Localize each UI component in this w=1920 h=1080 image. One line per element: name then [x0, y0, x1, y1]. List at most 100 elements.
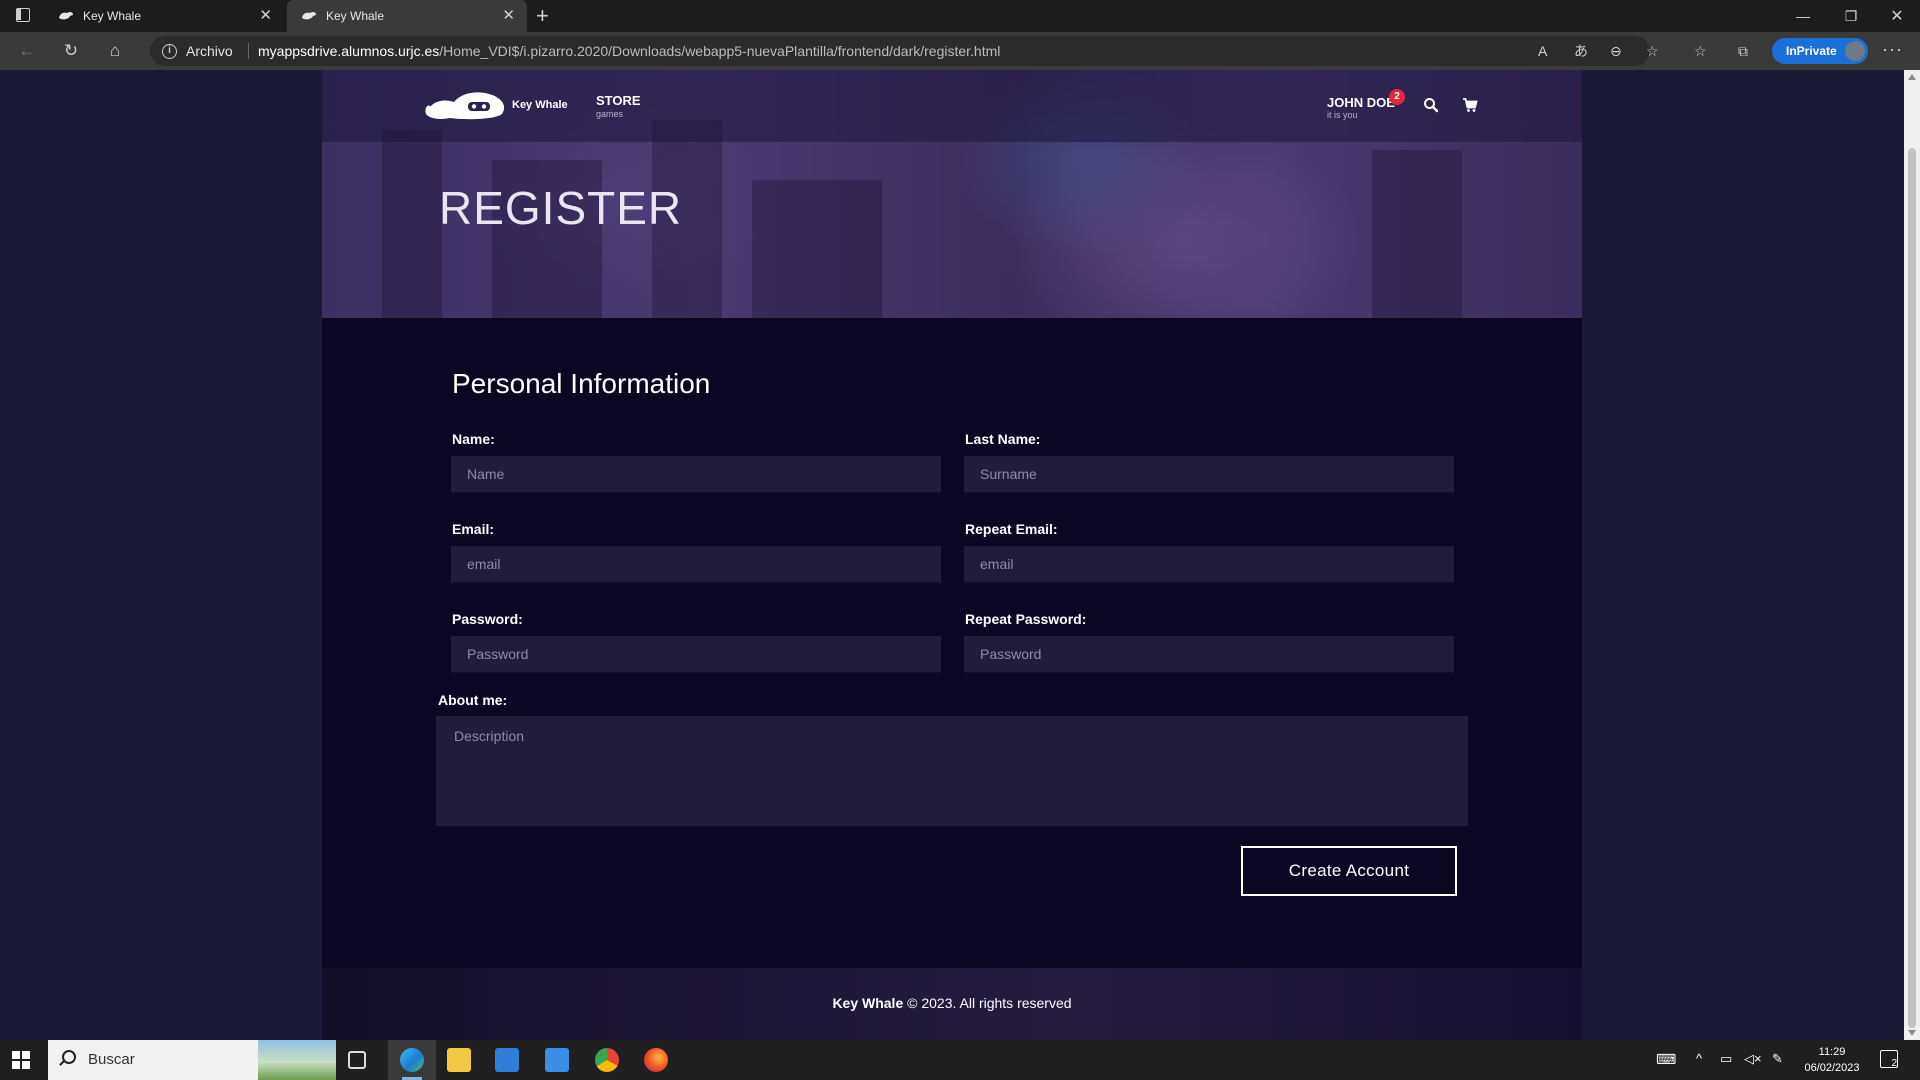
key-whale-logo[interactable]	[424, 88, 508, 122]
minimize-icon[interactable]: —	[1780, 0, 1826, 32]
repeat-password-field[interactable]	[964, 636, 1454, 674]
translate-icon[interactable]: あ	[1574, 42, 1588, 60]
taskbar-search-placeholder: Buscar	[88, 1051, 135, 1068]
profile-avatar	[1845, 41, 1865, 61]
notification-badge: 2	[1389, 89, 1405, 105]
name-label: Name:	[452, 431, 495, 447]
email-field[interactable]	[451, 546, 941, 584]
section-title: Personal Information	[452, 368, 711, 399]
zoom-out-icon[interactable]: ⊖	[1610, 42, 1622, 60]
create-account-button[interactable]: Create Account	[1241, 846, 1457, 896]
page-title: REGISTER	[439, 182, 683, 234]
key-whale-favicon-icon	[59, 11, 73, 20]
password-label: Password:	[452, 611, 523, 627]
password-field[interactable]	[451, 636, 941, 674]
url-text[interactable]: myappsdrive.alumnos.urjc.es/Home_VDI$/i.…	[258, 43, 1000, 59]
search-highlight-image	[258, 1040, 336, 1080]
clock-date: 06/02/2023	[1804, 1062, 1860, 1074]
add-favorite-icon[interactable]: ☆	[1646, 42, 1659, 60]
nav-store-subtitle: games	[596, 109, 624, 119]
inprivate-label: InPrivate	[1786, 44, 1837, 58]
browser-address-bar: ← ↻ ⌂ i Archivo myappsdrive.alumnos.urjc…	[0, 32, 1920, 70]
network-icon[interactable]: ▭	[1720, 1051, 1732, 1067]
file-explorer-icon[interactable]	[447, 1048, 471, 1072]
lastname-field[interactable]	[964, 456, 1454, 494]
footer-copyright: Key Whale © 2023. All rights reserved	[322, 995, 1582, 1011]
edge-browser-icon	[400, 1048, 424, 1072]
notification-count: 2	[1891, 1058, 1897, 1069]
browser-tab-2-active[interactable]: Key Whale ✕	[287, 0, 527, 32]
url-field[interactable]: i Archivo myappsdrive.alumnos.urjc.es/Ho…	[150, 36, 1650, 66]
lastname-label: Last Name:	[965, 431, 1041, 447]
name-field[interactable]	[451, 456, 941, 494]
collections-icon[interactable]: ⧉	[1738, 42, 1748, 60]
browser-tab-bar: Key Whale ✕ Key Whale ✕ + — ❐ ✕	[0, 0, 1920, 32]
pen-icon[interactable]: ✎	[1772, 1051, 1783, 1067]
footer-brand: Key Whale	[832, 995, 904, 1011]
show-hidden-icons-icon[interactable]: ^	[1696, 1051, 1702, 1066]
cart-icon[interactable]	[1461, 96, 1479, 114]
brand-name[interactable]: Key Whale	[512, 99, 568, 111]
taskbar-search[interactable]: Buscar	[48, 1040, 336, 1080]
scroll-up-arrow-icon[interactable]	[1908, 74, 1916, 80]
user-subtitle: it is you	[1327, 110, 1358, 120]
taskbar-edge-active[interactable]	[388, 1040, 436, 1080]
nav-store-link[interactable]: STORE	[596, 94, 641, 107]
hero-banner: Key Whale STORE games JOHN DOE it is you…	[322, 70, 1582, 318]
clock-time: 11:29	[1818, 1046, 1846, 1058]
site-info-label[interactable]: Archivo	[186, 43, 233, 59]
url-host: myappsdrive.alumnos.urjc.es	[258, 43, 440, 59]
windows-start-icon[interactable]	[12, 1051, 30, 1069]
inprivate-button[interactable]: InPrivate	[1772, 38, 1868, 64]
footer-rights: © 2023. All rights reserved	[903, 995, 1072, 1011]
microsoft-store-icon[interactable]	[495, 1048, 519, 1072]
notifications-icon[interactable]: 2	[1880, 1050, 1898, 1069]
hero-decor	[752, 180, 882, 318]
site-footer: Key Whale © 2023. All rights reserved	[322, 968, 1582, 1040]
search-icon[interactable]	[1422, 96, 1440, 114]
restore-icon[interactable]: ❐	[1828, 0, 1874, 32]
settings-more-icon[interactable]: ···	[1882, 39, 1903, 60]
close-tab-icon[interactable]: ✕	[502, 8, 515, 23]
volume-muted-icon[interactable]: ◁×	[1744, 1051, 1762, 1067]
hero-decor	[1372, 150, 1462, 318]
hero-decor	[382, 130, 442, 318]
about-description-field[interactable]	[436, 716, 1468, 826]
read-aloud-icon[interactable]: A	[1538, 42, 1547, 60]
tab-actions-icon[interactable]	[16, 8, 30, 22]
about-label: About me:	[438, 692, 508, 708]
taskbar-clock[interactable]: 11:29 06/02/2023	[1800, 1044, 1864, 1076]
refresh-icon[interactable]: ↻	[60, 41, 82, 61]
repeat-password-label: Repeat Password:	[965, 611, 1087, 627]
back-icon[interactable]: ←	[16, 41, 38, 61]
close-window-icon[interactable]: ✕	[1874, 0, 1920, 32]
url-divider	[248, 43, 249, 59]
scroll-thumb[interactable]	[1908, 148, 1916, 1028]
repeat-email-label: Repeat Email:	[965, 521, 1058, 537]
page-viewport: Key Whale STORE games JOHN DOE it is you…	[0, 70, 1904, 1040]
tab-title: Key Whale	[326, 9, 385, 23]
mail-icon[interactable]	[545, 1048, 569, 1072]
favorites-icon[interactable]: ☆	[1694, 42, 1707, 60]
email-label: Email:	[452, 521, 495, 537]
page-scrollbar[interactable]	[1904, 70, 1920, 1040]
tab-title: Key Whale	[83, 9, 142, 23]
task-view-icon[interactable]	[348, 1051, 366, 1069]
windows-taskbar: Buscar ⌨ ^ ▭ ◁× ✎ 11:29 06/02/2023 2	[0, 1040, 1920, 1080]
site-info-icon[interactable]: i	[162, 44, 177, 59]
keyboard-icon[interactable]: ⌨	[1656, 1051, 1676, 1068]
repeat-email-field[interactable]	[964, 546, 1454, 584]
scroll-down-arrow-icon[interactable]	[1908, 1030, 1916, 1036]
chrome-icon[interactable]	[595, 1048, 619, 1072]
site-header: Key Whale STORE games JOHN DOE it is you…	[322, 70, 1582, 142]
firefox-icon[interactable]	[644, 1048, 668, 1072]
search-icon	[62, 1050, 76, 1064]
url-path: /Home_VDI$/i.pizarro.2020/Downloads/weba…	[439, 43, 1001, 59]
key-whale-favicon-icon	[302, 11, 316, 20]
browser-tab-1[interactable]: Key Whale ✕	[44, 0, 284, 32]
close-tab-icon[interactable]: ✕	[259, 8, 272, 23]
home-icon[interactable]: ⌂	[104, 41, 126, 61]
register-form: Personal Information Name: Last Name: Em…	[322, 318, 1582, 968]
user-menu[interactable]: JOHN DOE	[1327, 95, 1395, 110]
new-tab-icon[interactable]: +	[536, 3, 549, 29]
